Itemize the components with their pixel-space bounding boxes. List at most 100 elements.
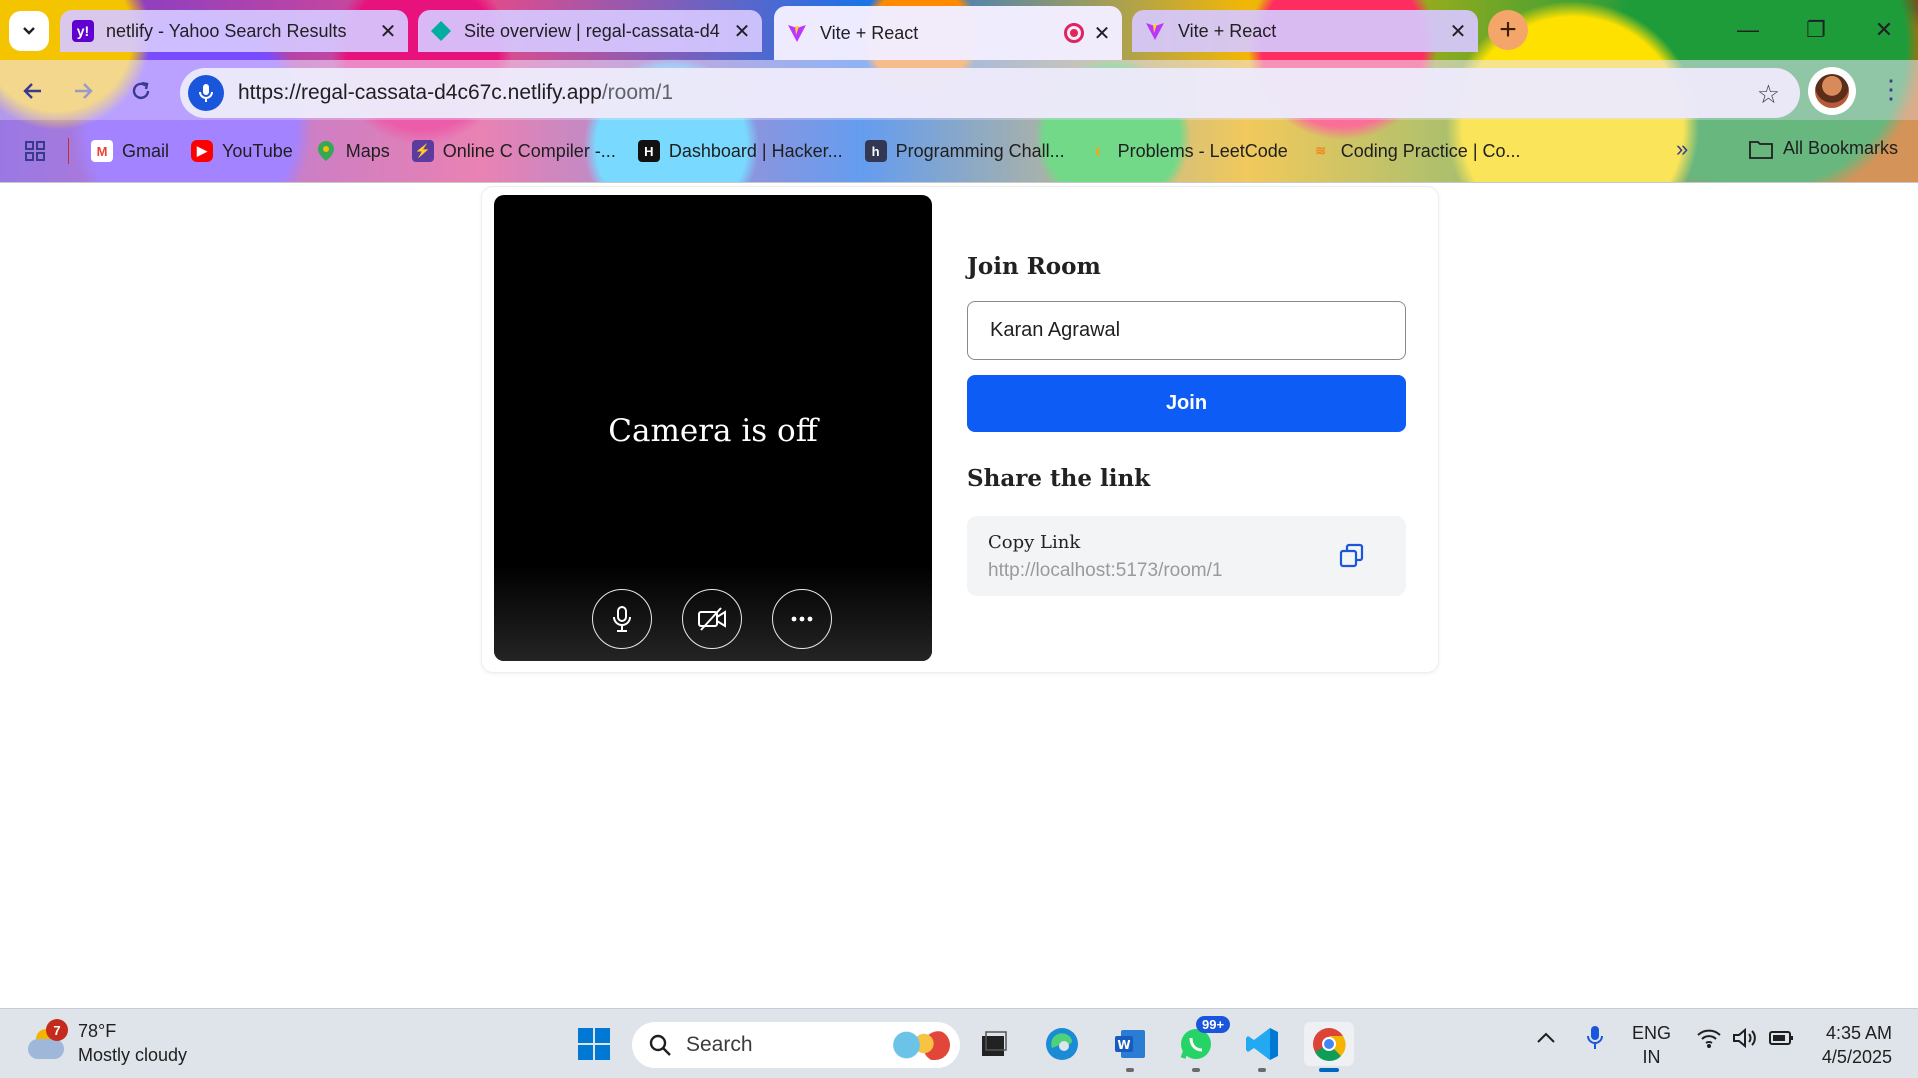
address-bar[interactable]: https://regal-cassata-d4c67c.netlify.app… <box>180 68 1800 118</box>
chevron-down-icon <box>23 27 35 35</box>
chevron-double-right-icon[interactable]: » <box>1676 136 1688 162</box>
tab-yahoo-search[interactable]: y! netlify - Yahoo Search Results ✕ <box>60 10 408 52</box>
bookmark-online-c-compiler[interactable]: ⚡ Online C Compiler -... <box>411 140 616 162</box>
microphone-icon[interactable] <box>188 75 224 111</box>
language-indicator[interactable]: ENG IN <box>1632 1021 1671 1069</box>
bookmark-hackerrank[interactable]: H Dashboard | Hacker... <box>637 140 843 162</box>
close-icon[interactable]: ✕ <box>1448 21 1468 43</box>
bookmark-gmail[interactable]: M Gmail <box>91 140 169 162</box>
share-url: http://localhost:5173/room/1 <box>988 560 1223 581</box>
bookmark-hackerearth[interactable]: h Programming Chall... <box>864 140 1065 162</box>
bookmark-coding-ninjas[interactable]: ≋ Coding Practice | Co... <box>1310 140 1520 162</box>
chrome-app[interactable] <box>1304 1022 1354 1072</box>
bookmark-star-icon[interactable]: ☆ <box>1757 79 1780 110</box>
name-input[interactable] <box>967 301 1406 360</box>
microphone-icon[interactable] <box>1586 1025 1604 1057</box>
video-preview: Camera is off <box>494 195 932 661</box>
reload-button[interactable] <box>124 74 158 108</box>
url-path: /room/1 <box>601 81 674 104</box>
profile-avatar[interactable] <box>1808 67 1856 115</box>
video-controls <box>494 565 932 661</box>
edge-icon <box>1046 1028 1078 1060</box>
weather-widget[interactable]: 7 78°F Mostly cloudy <box>26 1019 187 1067</box>
vscode-app[interactable] <box>1240 1022 1284 1072</box>
word-app[interactable]: W <box>1108 1022 1152 1072</box>
toggle-camera-button[interactable] <box>682 589 742 649</box>
taskbar-search[interactable]: Search <box>632 1022 960 1068</box>
restore-icon[interactable]: ❐ <box>1782 0 1850 60</box>
microphone-icon <box>613 606 631 632</box>
copy-link-label: Copy Link <box>988 532 1081 553</box>
close-icon[interactable]: ✕ <box>1092 23 1112 45</box>
region-code: IN <box>1642 1047 1661 1067</box>
folder-icon <box>1749 140 1773 159</box>
easter-eggs-icon <box>892 1030 950 1060</box>
tab-title: Vite + React <box>1178 20 1277 41</box>
wifi-icon[interactable] <box>1696 1027 1722 1055</box>
browser-toolbar: https://regal-cassata-d4c67c.netlify.app… <box>0 60 1918 120</box>
all-bookmarks-button[interactable]: All Bookmarks <box>1749 138 1898 159</box>
camera-off-icon <box>698 607 726 631</box>
bookmark-label: Maps <box>345 140 390 161</box>
toggle-mic-button[interactable] <box>592 589 652 649</box>
tab-vite-react[interactable]: Vite + React ✕ <box>1132 10 1478 52</box>
edge-app[interactable] <box>1040 1022 1084 1066</box>
url-host: https://regal-cassata-d4c67c.netlify.app <box>238 81 602 104</box>
bookmark-label: Dashboard | Hacker... <box>668 140 843 161</box>
minimize-icon[interactable]: — <box>1714 0 1782 60</box>
vite-icon <box>786 22 808 44</box>
browser-chrome: y! netlify - Yahoo Search Results ✕ Site… <box>0 0 1918 182</box>
clock-time: 4:35 AM <box>1825 1023 1892 1043</box>
arrow-right-icon <box>75 83 93 99</box>
tab-title: Vite + React <box>820 22 919 43</box>
recording-icon <box>1064 23 1084 43</box>
arrow-left-icon <box>23 83 41 99</box>
tab-netlify-site-overview[interactable]: Site overview | regal-cassata-d4 ✕ <box>418 10 762 52</box>
yahoo-icon: y! <box>72 20 94 42</box>
apps-grid-icon <box>25 141 45 161</box>
plus-icon: + <box>1499 13 1517 46</box>
close-icon[interactable]: ✕ <box>732 21 752 43</box>
close-window-icon[interactable]: ✕ <box>1850 0 1918 60</box>
codingninjas-icon: ≋ <box>1315 143 1327 158</box>
chevron-up-icon[interactable] <box>1536 1027 1556 1051</box>
start-button[interactable] <box>572 1022 616 1066</box>
search-icon <box>649 1034 671 1056</box>
new-tab-button[interactable]: + <box>1488 10 1528 50</box>
copy-icon[interactable] <box>1338 542 1366 570</box>
maps-icon <box>315 140 337 162</box>
tab-search-button[interactable] <box>9 11 49 51</box>
bookmarks-bar: M Gmail ▶ YouTube Maps ⚡ Online C Compil… <box>0 120 1918 182</box>
bookmark-label: Online C Compiler -... <box>442 140 616 161</box>
back-button[interactable] <box>16 74 50 108</box>
bookmark-youtube[interactable]: ▶ YouTube <box>191 140 293 162</box>
share-link-box: Copy Link http://localhost:5173/room/1 <box>967 516 1406 596</box>
notification-badge: 7 <box>46 1019 68 1041</box>
system-clock[interactable]: 4:35 AM 4/5/2025 <box>1822 1021 1892 1069</box>
youtube-icon: ▶ <box>191 140 214 162</box>
more-options-button[interactable] <box>772 589 832 649</box>
task-view-button[interactable] <box>972 1022 1016 1066</box>
close-icon[interactable]: ✕ <box>378 21 398 43</box>
tab-vite-react-active[interactable]: Vite + React ✕ <box>774 6 1122 60</box>
whatsapp-app[interactable]: 99+ <box>1174 1016 1231 1072</box>
weather-description: Mostly cloudy <box>78 1045 188 1065</box>
bookmark-maps[interactable]: Maps <box>315 140 390 162</box>
tab-title: netlify - Yahoo Search Results <box>106 20 347 41</box>
bookmark-leetcode[interactable]: ‹ Problems - LeetCode <box>1087 140 1287 162</box>
volume-icon[interactable] <box>1732 1027 1758 1055</box>
bookmark-label: Programming Chall... <box>895 140 1065 161</box>
word-icon: W <box>1115 1030 1145 1058</box>
apps-grid-button[interactable] <box>24 140 46 162</box>
join-room-heading: Join Room <box>967 253 1101 280</box>
join-button[interactable]: Join <box>967 375 1406 432</box>
weather-temperature: 78°F <box>78 1021 117 1041</box>
more-menu-icon[interactable]: ⋮ <box>1876 74 1906 105</box>
battery-icon[interactable] <box>1768 1027 1796 1055</box>
reload-icon <box>132 81 150 100</box>
join-room-card: Camera is off Join Room Join Share the l… <box>481 186 1439 673</box>
forward-button[interactable] <box>66 74 100 108</box>
windows-logo-icon <box>578 1028 610 1060</box>
chrome-icon <box>1313 1028 1346 1061</box>
svg-text:W: W <box>1117 1038 1130 1052</box>
